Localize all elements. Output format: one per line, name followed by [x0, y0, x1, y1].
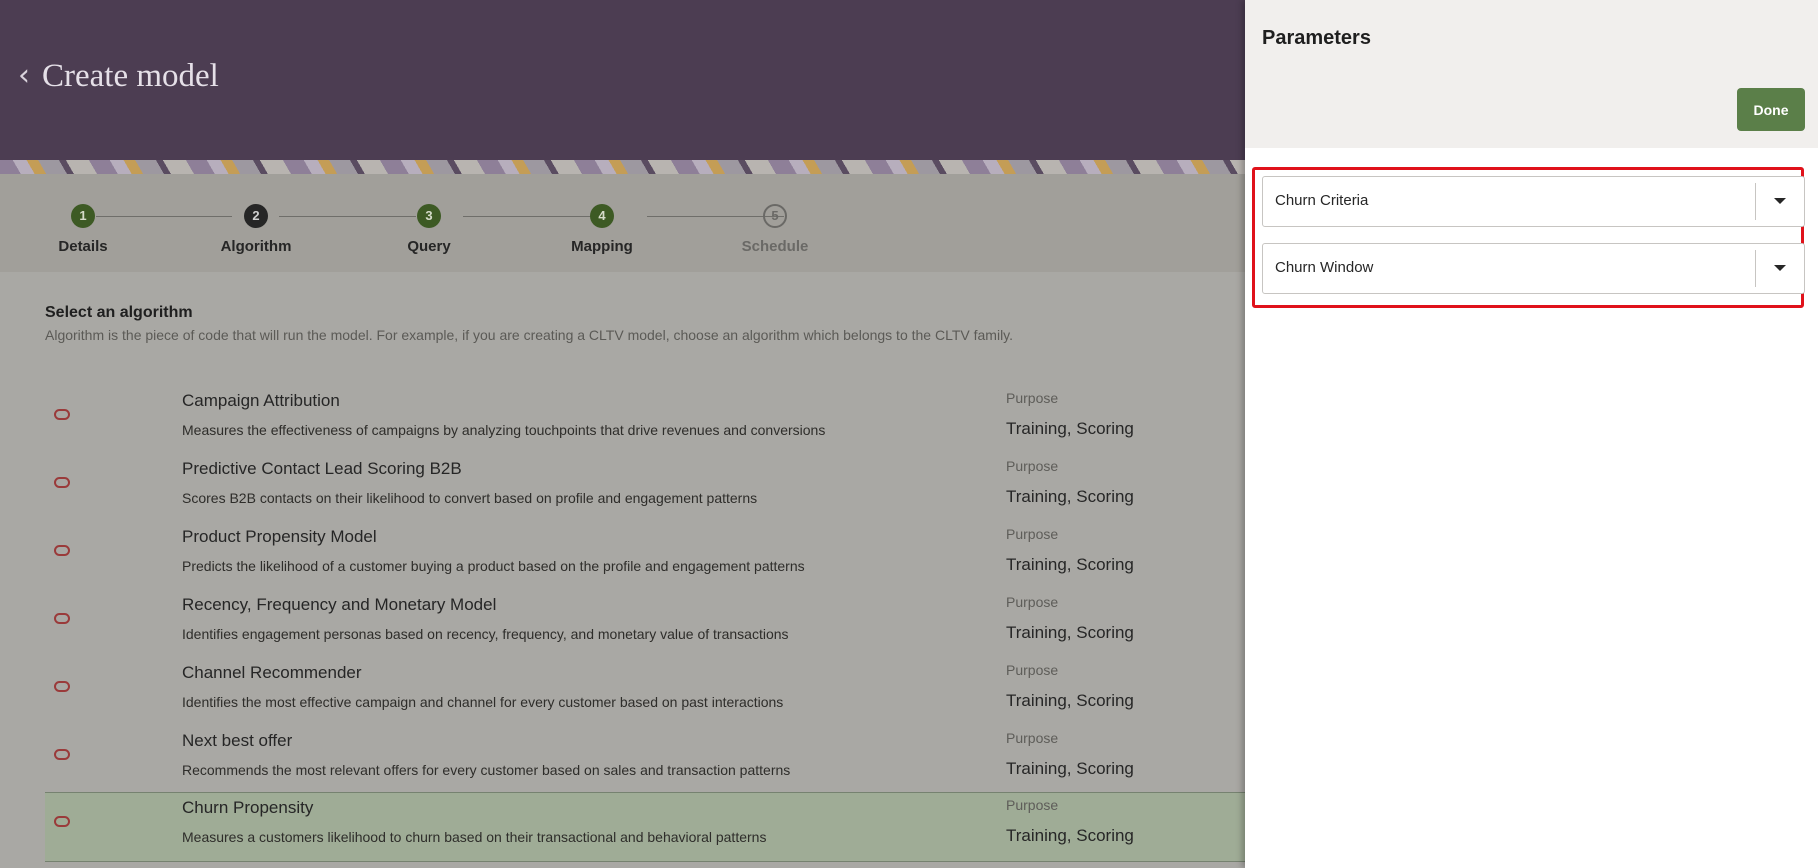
- panel-header: Parameters Done: [1245, 0, 1818, 148]
- algorithm-row[interactable]: Predictive Contact Lead Scoring B2B Scor…: [45, 454, 1245, 522]
- algorithm-row[interactable]: Recency, Frequency and Monetary Model Id…: [45, 590, 1245, 658]
- algorithm-description: Predicts the likelihood of a customer bu…: [182, 558, 805, 574]
- select-divider: [1755, 250, 1756, 287]
- step-schedule[interactable]: 5 Schedule: [715, 204, 835, 255]
- decorative-banner: [0, 160, 1245, 174]
- chevron-left-icon[interactable]: ‹: [18, 61, 34, 91]
- purpose-label: Purpose: [1006, 662, 1059, 678]
- step-number: 5: [763, 204, 787, 228]
- algorithm-name: Recency, Frequency and Monetary Model: [182, 595, 497, 614]
- section-description: Algorithm is the piece of code that will…: [45, 327, 1014, 343]
- select-divider: [1755, 183, 1756, 220]
- step-query[interactable]: 3 Query: [369, 204, 489, 255]
- step-label: Details: [58, 238, 108, 255]
- step-label: Query: [407, 238, 451, 255]
- purpose-label: Purpose: [1006, 730, 1059, 746]
- algorithm-row[interactable]: Next best offer Recommends the most rele…: [45, 726, 1245, 794]
- algorithm-name: Churn Propensity: [182, 798, 314, 817]
- purpose-value: Training, Scoring: [1006, 487, 1134, 506]
- algorithm-description: Measures a customers likelihood to churn…: [182, 829, 767, 845]
- purpose-label: Purpose: [1006, 797, 1059, 813]
- step-details[interactable]: 1 Details: [23, 204, 143, 255]
- algorithm-row[interactable]: Channel Recommender Identifies the most …: [45, 658, 1245, 726]
- algorithm-row-selected[interactable]: Churn Propensity Measures a customers li…: [45, 792, 1245, 862]
- page-title: Create model: [42, 58, 219, 94]
- purpose-value: Training, Scoring: [1006, 623, 1134, 642]
- purpose-label: Purpose: [1006, 458, 1059, 474]
- step-number: 4: [590, 204, 614, 228]
- purpose-value: Training, Scoring: [1006, 826, 1134, 845]
- radio-button[interactable]: [54, 477, 70, 488]
- radio-button[interactable]: [54, 545, 70, 556]
- radio-button[interactable]: [54, 816, 70, 827]
- chevron-down-icon[interactable]: [1774, 198, 1786, 204]
- purpose-value: Training, Scoring: [1006, 759, 1134, 778]
- step-algorithm[interactable]: 2 Algorithm: [196, 204, 316, 255]
- algorithm-description: Recommends the most relevant offers for …: [182, 762, 791, 778]
- algorithm-name: Channel Recommender: [182, 663, 362, 682]
- done-button[interactable]: Done: [1737, 88, 1805, 131]
- algorithm-description: Scores B2B contacts on their likelihood …: [182, 490, 758, 506]
- algorithm-name: Campaign Attribution: [182, 391, 340, 410]
- algorithm-content: Select an algorithm Algorithm is the pie…: [0, 272, 1245, 868]
- parameters-panel: Parameters Done Churn Criteria Churn Win…: [1245, 0, 1818, 868]
- step-label: Mapping: [571, 238, 633, 255]
- page-header: ‹ Create model: [0, 0, 1245, 160]
- algorithm-description: Identifies the most effective campaign a…: [182, 694, 784, 710]
- churn-window-select[interactable]: Churn Window: [1262, 243, 1805, 294]
- radio-button[interactable]: [54, 681, 70, 692]
- step-number: 1: [71, 204, 95, 228]
- radio-button[interactable]: [54, 613, 70, 624]
- step-mapping[interactable]: 4 Mapping: [542, 204, 662, 255]
- step-label: Algorithm: [220, 238, 292, 255]
- churn-criteria-select[interactable]: Churn Criteria: [1262, 176, 1805, 227]
- step-number: 2: [244, 204, 268, 228]
- panel-title: Parameters: [1262, 27, 1371, 49]
- algorithm-description: Identifies engagement personas based on …: [182, 626, 789, 642]
- purpose-label: Purpose: [1006, 526, 1059, 542]
- select-value: Churn Window: [1275, 259, 1374, 276]
- radio-button[interactable]: [54, 409, 70, 420]
- chevron-down-icon[interactable]: [1774, 265, 1786, 271]
- algorithm-name: Next best offer: [182, 731, 293, 750]
- section-title: Select an algorithm: [45, 304, 193, 321]
- purpose-label: Purpose: [1006, 390, 1059, 406]
- purpose-value: Training, Scoring: [1006, 419, 1134, 438]
- purpose-value: Training, Scoring: [1006, 555, 1134, 574]
- purpose-value: Training, Scoring: [1006, 691, 1134, 710]
- step-label: Schedule: [741, 238, 809, 255]
- algorithm-row[interactable]: Product Propensity Model Predicts the li…: [45, 522, 1245, 590]
- algorithm-name: Predictive Contact Lead Scoring B2B: [182, 459, 462, 478]
- purpose-label: Purpose: [1006, 594, 1059, 610]
- radio-button[interactable]: [54, 749, 70, 760]
- select-value: Churn Criteria: [1275, 192, 1369, 209]
- wizard-stepper: 1 Details 2 Algorithm 3 Query 4 Mapping …: [0, 174, 1245, 272]
- algorithm-row[interactable]: Campaign Attribution Measures the effect…: [45, 386, 1245, 454]
- step-number: 3: [417, 204, 441, 228]
- algorithm-name: Product Propensity Model: [182, 527, 377, 546]
- algorithm-description: Measures the effectiveness of campaigns …: [182, 422, 826, 438]
